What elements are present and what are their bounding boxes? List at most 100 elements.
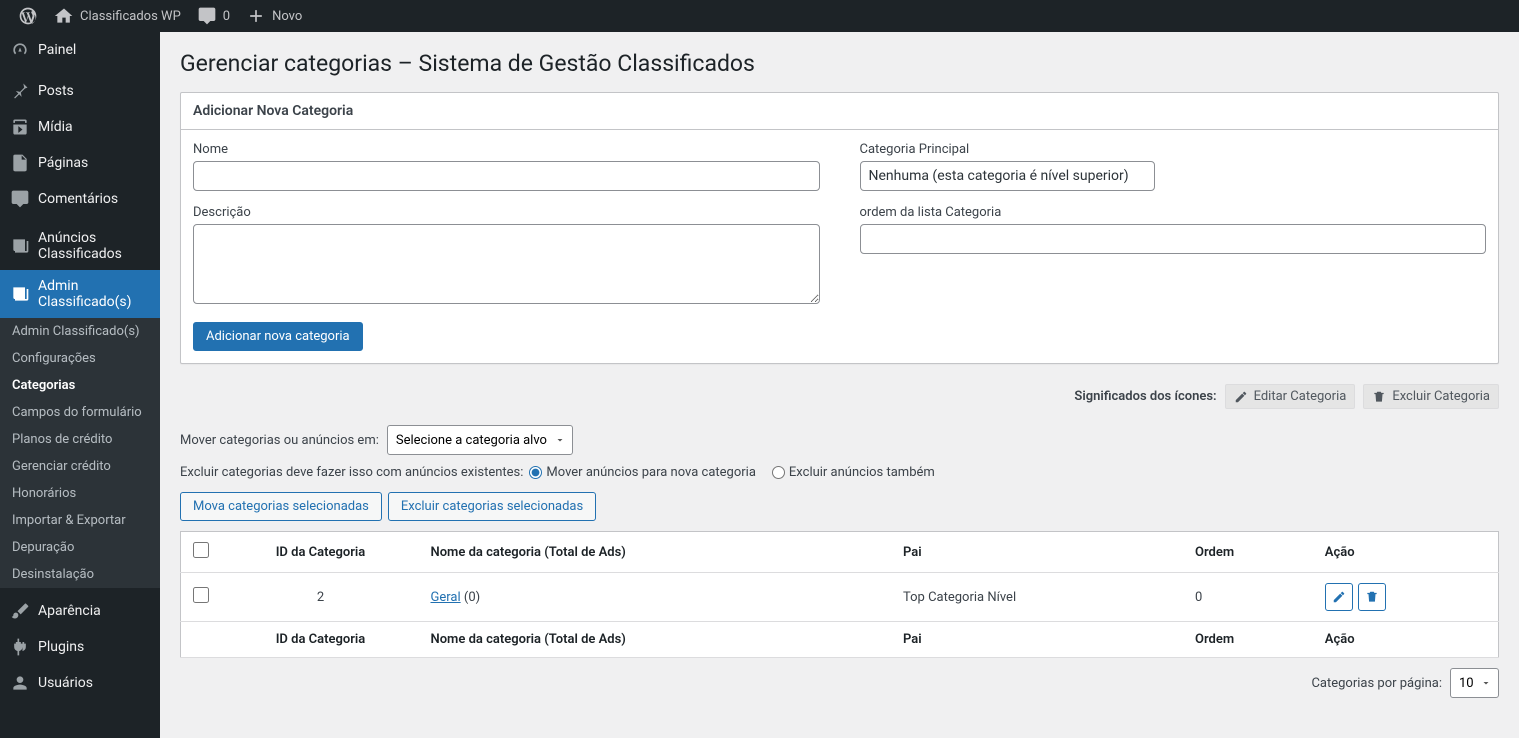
label-order: ordem da lista Categoria <box>860 205 1487 220</box>
submenu-admin-classificados[interactable]: Admin Classificado(s) <box>0 318 160 345</box>
sidebar-item-label: Posts <box>38 83 74 99</box>
sidebar-item-label: Admin Classificado(s) <box>38 278 150 310</box>
sidebar-item-label: Anúncios Classificados <box>38 230 150 262</box>
comment-icon <box>10 189 30 209</box>
new-content-link[interactable]: Novo <box>238 0 310 32</box>
submenu-planos[interactable]: Planos de crédito <box>0 426 160 453</box>
pin-icon <box>10 81 30 101</box>
th-id: ID da Categoria <box>221 532 421 573</box>
cell-action <box>1315 573 1499 622</box>
categories-table: ID da Categoria Nome da categoria (Total… <box>180 531 1499 658</box>
legend-delete: Excluir Categoria <box>1363 384 1499 409</box>
site-name-link[interactable]: Classificados WP <box>46 0 189 32</box>
sidebar-item-dashboard[interactable]: Painel <box>0 32 160 68</box>
edit-button[interactable] <box>1325 583 1353 611</box>
sidebar-item-label: Plugins <box>38 639 84 655</box>
sidebar-item-pages[interactable]: Páginas <box>0 145 160 181</box>
th-parent: Pai <box>893 532 1185 573</box>
label-parent: Categoria Principal <box>860 142 1487 157</box>
new-label: Novo <box>272 9 302 24</box>
sidebar-item-media[interactable]: Mídia <box>0 109 160 145</box>
sidebar-item-appearance[interactable]: Aparência <box>0 593 160 629</box>
admin-bar: Classificados WP 0 Novo <box>0 0 1519 32</box>
pagination: Categorias por página: 10 <box>180 668 1499 698</box>
delete-button[interactable] <box>1358 583 1386 611</box>
comments-count: 0 <box>223 9 230 24</box>
cell-name: Geral (0) <box>421 573 894 622</box>
tf-id: ID da Categoria <box>221 622 421 658</box>
trash-icon <box>1365 590 1379 604</box>
trash-icon <box>1372 390 1386 404</box>
sidebar-item-admin-classificados[interactable]: Admin Classificado(s) <box>0 270 160 318</box>
plus-icon <box>246 6 266 26</box>
add-category-button[interactable]: Adicionar nova categoria <box>193 322 363 351</box>
radio-move[interactable] <box>529 466 542 479</box>
postbox-title: Adicionar Nova Categoria <box>193 103 1486 119</box>
sidebar-item-plugins[interactable]: Plugins <box>0 629 160 665</box>
submenu-importar[interactable]: Importar & Exportar <box>0 507 160 534</box>
sidebar-item-label: Usuários <box>38 675 93 691</box>
sidebar-item-posts[interactable]: Posts <box>0 73 160 109</box>
delete-behavior-row: Excluir categorias deve fazer isso com a… <box>180 465 1499 480</box>
sidebar-item-comments[interactable]: Comentários <box>0 181 160 217</box>
tf-parent: Pai <box>893 622 1185 658</box>
comments-link[interactable]: 0 <box>189 0 238 32</box>
pencil-icon <box>1332 590 1346 604</box>
bulk-delete-button[interactable]: Excluir categorias selecionadas <box>388 492 596 521</box>
radio-delete-label[interactable]: Excluir anúncios também <box>772 465 935 480</box>
table-row: 2 Geral (0) Top Categoria Nível 0 <box>181 573 1499 622</box>
submenu-desinstalacao[interactable]: Desinstalação <box>0 561 160 588</box>
tf-name: Nome da categoria (Total de Ads) <box>421 622 894 658</box>
submenu-honorarios[interactable]: Honorários <box>0 480 160 507</box>
submenu-depuracao[interactable]: Depuração <box>0 534 160 561</box>
media-icon <box>10 117 30 137</box>
order-input[interactable] <box>860 224 1487 254</box>
legend-edit: Editar Categoria <box>1225 384 1356 409</box>
label-name: Nome <box>193 142 820 157</box>
page-icon <box>10 153 30 173</box>
sidebar-item-label: Mídia <box>38 119 73 135</box>
submenu-configuracoes[interactable]: Configurações <box>0 345 160 372</box>
sidebar-item-ads[interactable]: Anúncios Classificados <box>0 222 160 270</box>
radio-delete[interactable] <box>772 466 785 479</box>
add-category-postbox: Adicionar Nova Categoria Nome Categoria … <box>180 92 1499 364</box>
move-filter-row: Mover categorias ou anúncios em: Selecio… <box>180 425 1499 455</box>
icon-legend: Significados dos ícones: Editar Categori… <box>180 384 1499 409</box>
description-input[interactable] <box>193 224 820 304</box>
parent-select[interactable]: Nenhuma (esta categoria é nível superior… <box>860 161 1155 191</box>
cell-parent: Top Categoria Nível <box>893 573 1185 622</box>
pencil-icon <box>1234 390 1248 404</box>
select-all-checkbox[interactable] <box>193 542 209 558</box>
category-link[interactable]: Geral <box>431 590 461 605</box>
name-input[interactable] <box>193 161 820 191</box>
row-checkbox[interactable] <box>193 587 209 603</box>
bulk-move-button[interactable]: Mova categorias selecionadas <box>180 492 382 521</box>
newspaper-icon <box>10 284 30 304</box>
site-name: Classificados WP <box>80 9 181 24</box>
cell-order: 0 <box>1185 573 1315 622</box>
sidebar-item-label: Painel <box>38 42 76 58</box>
submenu-categorias[interactable]: Categorias <box>0 372 160 399</box>
submenu-gerenciar-credito[interactable]: Gerenciar crédito <box>0 453 160 480</box>
th-action: Ação <box>1315 532 1499 573</box>
delete-behavior-label: Excluir categorias deve fazer isso com a… <box>180 465 523 480</box>
admin-sidebar: Painel Posts Mídia Páginas Comentários A… <box>0 32 160 738</box>
main-content: Gerenciar categorias – Sistema de Gestão… <box>160 32 1519 738</box>
sidebar-item-users[interactable]: Usuários <box>0 665 160 701</box>
cell-id: 2 <box>221 573 421 622</box>
move-label: Mover categorias ou anúncios em: <box>180 433 379 448</box>
wp-logo[interactable] <box>10 0 46 32</box>
submenu-campos[interactable]: Campos do formulário <box>0 399 160 426</box>
th-order: Ordem <box>1185 532 1315 573</box>
target-category-select[interactable]: Selecione a categoria alvo <box>387 425 573 455</box>
radio-move-label[interactable]: Mover anúncios para nova categoria <box>529 465 756 480</box>
sidebar-item-label: Páginas <box>38 155 88 171</box>
dashboard-icon <box>10 40 30 60</box>
label-description: Descrição <box>193 205 820 220</box>
sidebar-item-label: Aparência <box>38 603 101 619</box>
page-title: Gerenciar categorias – Sistema de Gestão… <box>180 50 1499 77</box>
plug-icon <box>10 637 30 657</box>
th-name: Nome da categoria (Total de Ads) <box>421 532 894 573</box>
home-icon <box>54 6 74 26</box>
per-page-select[interactable]: 10 <box>1450 668 1499 698</box>
